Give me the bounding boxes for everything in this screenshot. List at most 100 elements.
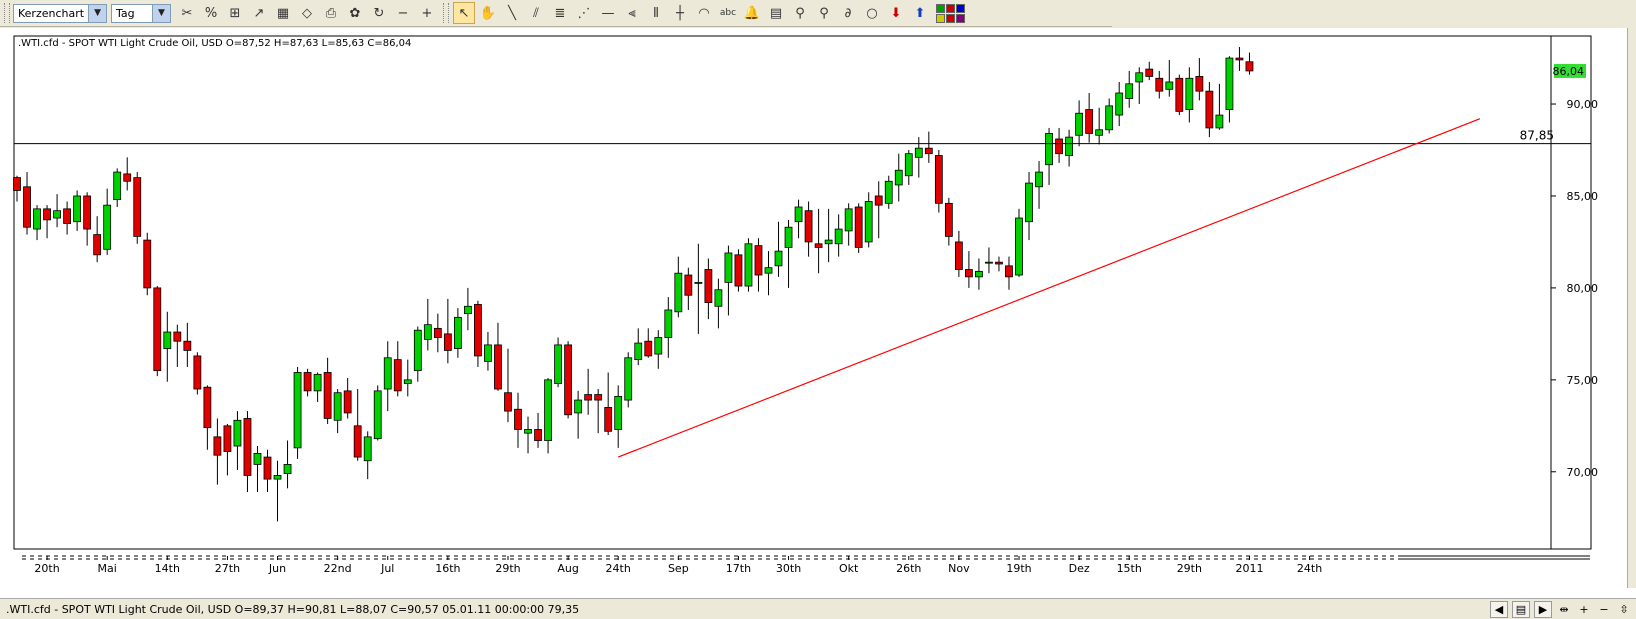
candle-body-down bbox=[1175, 77, 1184, 112]
zoom-out-icon[interactable]: − bbox=[1596, 602, 1612, 617]
cut-icon[interactable]: ✂ bbox=[176, 2, 198, 24]
candle-body-up bbox=[634, 342, 643, 361]
chart-window-icon[interactable]: ▦ bbox=[272, 2, 294, 24]
candle-body-down bbox=[23, 186, 31, 228]
circle-icon[interactable]: ○ bbox=[861, 2, 883, 24]
spiral-icon[interactable]: ∂ bbox=[837, 2, 859, 24]
candle-body-down bbox=[644, 340, 653, 357]
candle-body-up bbox=[1015, 217, 1023, 276]
magnifier-icon[interactable]: ⚲ bbox=[789, 2, 811, 24]
hand-icon[interactable]: ✋ bbox=[477, 2, 499, 24]
candle-body-down bbox=[223, 425, 232, 452]
arrow-down-icon[interactable]: ⬇ bbox=[885, 2, 907, 24]
x-tick-label: 17th bbox=[726, 562, 751, 575]
color-palette[interactable] bbox=[936, 3, 965, 23]
y-tick-label: 75,00 bbox=[1567, 374, 1599, 387]
bell-icon[interactable]: 🔔 bbox=[741, 2, 763, 24]
crosshair-icon[interactable]: ┼ bbox=[669, 2, 691, 24]
chevron-down-icon[interactable]: ▼ bbox=[152, 4, 170, 22]
cursor-icon[interactable]: ↖ bbox=[453, 2, 475, 24]
candle-body-down bbox=[1235, 57, 1244, 61]
color-swatch[interactable] bbox=[956, 13, 965, 23]
candle bbox=[934, 150, 943, 213]
candle-body-down bbox=[343, 390, 352, 414]
refresh-icon[interactable]: ↻ bbox=[368, 2, 390, 24]
toolbar-gripper[interactable] bbox=[443, 3, 449, 23]
candle-body-up bbox=[884, 180, 893, 204]
calculator-icon[interactable]: ▤ bbox=[765, 2, 787, 24]
eraser-icon[interactable]: ◇ bbox=[296, 2, 318, 24]
candle-body-down bbox=[1005, 265, 1013, 278]
period-select[interactable]: Tag ▼ bbox=[111, 3, 171, 23]
candle-body-up bbox=[1035, 171, 1043, 188]
grid-icon[interactable]: ⊞ bbox=[224, 2, 246, 24]
magnifier-range-icon[interactable]: ⚲ bbox=[813, 2, 835, 24]
y-tick-label: 70,00 bbox=[1567, 466, 1599, 479]
palette-icon[interactable]: ✿ bbox=[344, 2, 366, 24]
color-swatch[interactable] bbox=[956, 3, 965, 13]
horizontal-line-icon[interactable]: — bbox=[597, 2, 619, 24]
candle-body-down bbox=[594, 394, 603, 401]
zoom-in-icon[interactable]: + bbox=[416, 2, 438, 24]
scroll-left-icon[interactable]: ◀ bbox=[1490, 601, 1508, 618]
fibonacci-icon[interactable]: ≣ bbox=[549, 2, 571, 24]
y-tick-label: 90,00 bbox=[1567, 98, 1599, 111]
candle-body-up bbox=[293, 372, 302, 449]
chart-window[interactable]: .WTI.cfd - SPOT WTI Light Crude Oil, USD… bbox=[0, 28, 1636, 618]
x-tick-label: Jun bbox=[268, 562, 286, 575]
pitchfork-icon[interactable]: ⫷ bbox=[621, 2, 643, 24]
zoom-in-icon[interactable]: + bbox=[1576, 602, 1592, 617]
x-tick-label: Mai bbox=[98, 562, 117, 575]
candle-body-down bbox=[353, 425, 362, 458]
line-icon[interactable]: ╲ bbox=[501, 2, 523, 24]
candle-body-up bbox=[423, 324, 432, 340]
chevron-down-icon[interactable]: ▼ bbox=[88, 4, 106, 22]
color-swatch[interactable] bbox=[936, 13, 945, 23]
candle-body-up bbox=[333, 392, 342, 421]
parallel-lines-icon[interactable]: ⫽ bbox=[525, 2, 547, 24]
horizontal-line-label: 87,85 bbox=[1520, 129, 1554, 143]
right-scrollbar-strip[interactable] bbox=[1627, 28, 1636, 588]
candle-body-down bbox=[193, 355, 202, 390]
arrow-up-icon[interactable]: ⬆ bbox=[909, 2, 931, 24]
percent-icon[interactable]: % bbox=[200, 2, 222, 24]
candle-body-up bbox=[554, 344, 562, 384]
cycle-lines-icon[interactable]: ⦀ bbox=[645, 2, 667, 24]
text-icon[interactable]: abc bbox=[717, 2, 739, 24]
candle-body-down bbox=[1155, 77, 1164, 92]
candle-body-down bbox=[944, 202, 953, 237]
scroll-thumb-icon[interactable]: ▤ bbox=[1512, 601, 1530, 618]
pan-horizontal-icon[interactable]: ⇹ bbox=[1556, 602, 1572, 617]
navigation-buttons: ◀ ▤ ▶ ⇹ + − ⇳ bbox=[1490, 601, 1632, 618]
x-tick-label: Sep bbox=[668, 562, 689, 575]
color-swatch[interactable] bbox=[946, 3, 955, 13]
x-tick-label: 30th bbox=[776, 562, 801, 575]
candle-body-up bbox=[824, 239, 833, 245]
y-tick-label: 80,00 bbox=[1567, 282, 1599, 295]
print-icon[interactable]: ⎙ bbox=[320, 2, 342, 24]
arc-icon[interactable]: ◠ bbox=[693, 2, 715, 24]
candlestick-chart[interactable]: .WTI.cfd - SPOT WTI Light Crude Oil, USD… bbox=[0, 28, 1636, 596]
chart-type-select[interactable]: Kerzenchart ▼ bbox=[13, 3, 107, 23]
color-swatch[interactable] bbox=[936, 3, 945, 13]
toolbar-gripper[interactable] bbox=[4, 3, 10, 23]
candle-body-up bbox=[524, 429, 532, 434]
candle-body-down bbox=[243, 418, 252, 476]
zoom-out-icon[interactable]: − bbox=[392, 2, 414, 24]
scroll-right-icon[interactable]: ▶ bbox=[1534, 601, 1552, 618]
candle-body-up bbox=[283, 464, 292, 475]
candle-body-up bbox=[654, 337, 663, 355]
x-tick-label: Dez bbox=[1069, 562, 1090, 575]
candle-body-up bbox=[453, 316, 462, 349]
fan-icon[interactable]: ⋰ bbox=[573, 2, 595, 24]
period-value: Tag bbox=[116, 6, 135, 20]
x-tick-label: 16th bbox=[435, 562, 460, 575]
pan-vertical-icon[interactable]: ⇳ bbox=[1616, 602, 1632, 617]
candle-body-down bbox=[995, 261, 1003, 265]
color-swatch[interactable] bbox=[946, 13, 955, 23]
indicator-icon[interactable]: ↗ bbox=[248, 2, 270, 24]
candle bbox=[1175, 74, 1184, 116]
candle-body-up bbox=[774, 250, 783, 267]
candle-body-up bbox=[624, 357, 633, 401]
candle bbox=[143, 232, 152, 296]
